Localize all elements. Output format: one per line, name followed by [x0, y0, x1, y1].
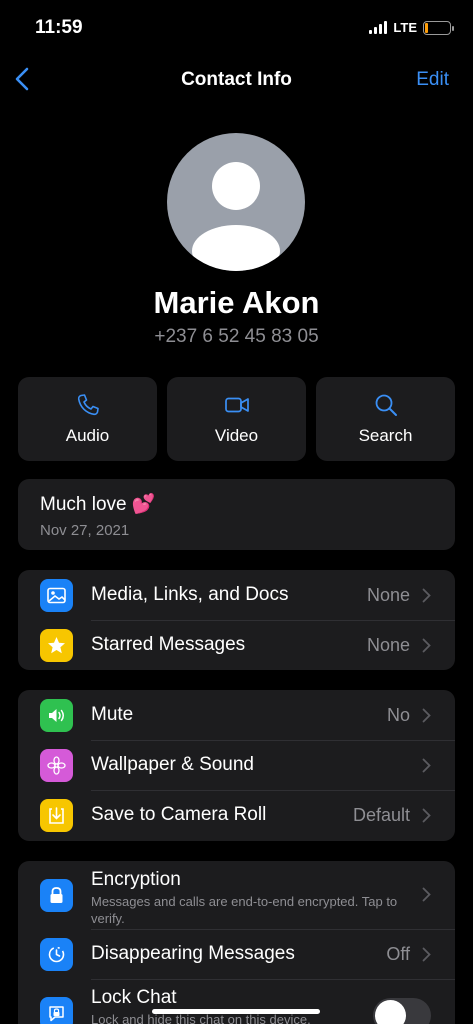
row-value: Default [352, 804, 410, 825]
encryption-row[interactable]: Encryption Messages and calls are end-to… [18, 861, 455, 929]
toggle-knob [375, 1000, 406, 1024]
search-icon [375, 394, 397, 416]
signal-icon [369, 21, 388, 34]
video-camera-icon [224, 397, 249, 413]
audio-call-button[interactable]: Audio [18, 377, 157, 461]
audio-label: Audio [65, 426, 110, 445]
row-label: Starred Messages [91, 634, 246, 655]
row-value: None [366, 584, 410, 605]
contact-name: Marie Akon [153, 285, 320, 320]
mute-row[interactable]: Mute No [18, 690, 455, 740]
status-indicators: LTE [369, 20, 454, 35]
home-indicator[interactable] [152, 1009, 320, 1014]
search-label: Search [358, 426, 413, 445]
chevron-right-icon [422, 758, 431, 772]
row-value: Off [386, 943, 410, 964]
lock-chat-toggle[interactable] [373, 998, 431, 1024]
row-label: Disappearing Messages [91, 943, 295, 964]
action-buttons: Audio Video Search [18, 377, 455, 461]
status-bar: 11:59 LTE [0, 0, 473, 56]
row-label: Encryption [91, 869, 181, 890]
media-links-docs-row[interactable]: Media, Links, and Docs None [18, 570, 455, 620]
chevron-right-icon [422, 808, 431, 822]
row-subtitle: Messages and calls are end-to-end encryp… [91, 894, 398, 926]
timer-icon [40, 937, 73, 971]
wallpaper-sound-row[interactable]: Wallpaper & Sound [18, 740, 455, 790]
chat-lock-icon [40, 997, 73, 1024]
contact-phone[interactable]: +237 6 52 45 83 05 [0, 326, 473, 348]
settings-section: Mute No Wallpaper & Sound Save to Camera… [18, 690, 455, 841]
about-card[interactable]: Much love 💕 Nov 27, 2021 [18, 479, 455, 550]
person-silhouette-icon [192, 162, 280, 271]
navigation-bar: Contact Info Edit [0, 56, 473, 106]
disappearing-messages-row[interactable]: Disappearing Messages Off [18, 929, 455, 979]
lock-chat-row: Lock Chat Lock and hide this chat on thi… [18, 979, 455, 1024]
star-icon [40, 628, 73, 662]
network-type: LTE [393, 20, 417, 35]
row-label: Save to Camera Roll [91, 804, 267, 825]
row-label: Media, Links, and Docs [91, 584, 289, 605]
privacy-section: Encryption Messages and calls are end-to… [18, 861, 455, 1024]
photo-icon [40, 578, 73, 612]
chevron-right-icon [422, 638, 431, 652]
row-label: Mute [91, 704, 134, 725]
chevron-right-icon [422, 947, 431, 961]
row-value: None [366, 634, 410, 655]
download-icon [40, 798, 73, 832]
row-label: Lock Chat [91, 987, 177, 1008]
about-text: Much love 💕 [40, 494, 156, 515]
media-section: Media, Links, and Docs None Starred Mess… [18, 570, 455, 670]
chevron-right-icon [422, 887, 431, 902]
battery-icon [423, 20, 454, 35]
phone-icon [77, 394, 99, 416]
avatar[interactable] [167, 133, 305, 271]
speaker-icon [40, 698, 73, 732]
edit-button[interactable]: Edit [416, 69, 449, 91]
search-button[interactable]: Search [316, 377, 455, 461]
video-label: Video [214, 426, 259, 445]
video-call-button[interactable]: Video [167, 377, 306, 461]
about-date: Nov 27, 2021 [40, 522, 130, 539]
page-title: Contact Info [181, 69, 292, 90]
lock-icon [40, 879, 73, 912]
row-label: Wallpaper & Sound [91, 754, 255, 775]
save-camera-roll-row[interactable]: Save to Camera Roll Default [18, 790, 455, 840]
starred-messages-row[interactable]: Starred Messages None [18, 620, 455, 670]
status-time: 11:59 [35, 17, 83, 38]
flower-icon [40, 748, 73, 782]
row-value: No [386, 704, 410, 725]
chevron-right-icon [422, 588, 431, 602]
chevron-right-icon [422, 708, 431, 722]
